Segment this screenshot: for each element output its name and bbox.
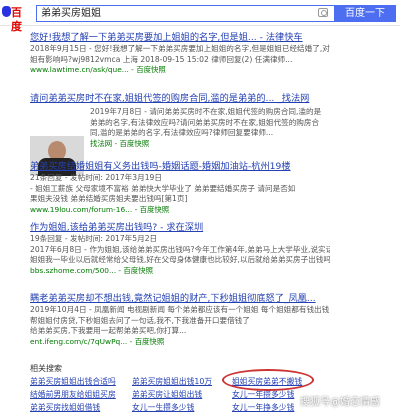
camera-icon[interactable] (318, 8, 328, 17)
result-url[interactable]: www.lawtime.cn/ask/que... - 百度快照 (30, 65, 330, 75)
related-link[interactable]: 女儿一年挣多少钱 (232, 403, 294, 413)
result-snippet-line: 同,滥的是弟弟的名字,有法律效应吗?律师回复要律师... (90, 128, 274, 138)
highlight-circle (222, 369, 314, 391)
related-link[interactable]: 弟弟买房找姐姐借钱 (30, 403, 100, 413)
result-title[interactable]: 请问弟弟买房时不在家,姐姐代签的购房合同,滥的是弟弟的... _找法网 (30, 93, 330, 105)
result-snippet-line: 果姐夫没钱 弟弟结婚买房姐夫要出钱吗[第1页] (30, 194, 188, 204)
watermark: 搜狐号@婚恋情感 (300, 397, 380, 408)
result-snippet-line: 2017年6月8日 - 作为姐姐,该给弟弟买房出钱吗?今年工作第4年,弟弟马上大… (30, 244, 330, 254)
result-title[interactable]: 弟弟买房结婚姐姐有义务出钱吗-婚姻话题-婚姻加油站-杭州19楼 (30, 161, 330, 173)
related-link[interactable]: 弟弟买房姐姐出钱10万 (132, 377, 212, 387)
result-url[interactable]: www.19lou.com/forum-16... - 百度快照 (30, 205, 330, 215)
result-2: 请问弟弟买房时不在家,姐姐代签的购房合同,滥的是弟弟的... _找法网 (30, 93, 330, 105)
related-searches-title: 相关搜索 (30, 364, 62, 373)
related-link[interactable]: 女儿一生攒多少钱 (132, 403, 194, 413)
result-snippet-line: 21条回复 - 发帖时间: 2017年3月19日 (30, 173, 162, 182)
related-link[interactable]: 结婚前男朋友给姐姐买房 (30, 390, 116, 400)
result-snippet-line: 19条回复 - 发帖时间: 2017年5月2日 (30, 234, 158, 243)
related-link[interactable]: 弟弟买房姐姐出钱合适吗 (30, 377, 116, 387)
result-5: 瞒老弟弟买房却不想出钱,竟然记姐姐的财产,下秒姐姐彻底怒了_凤凰... 2019… (30, 293, 330, 347)
result-snippet-line: 弟弟的名字,有法律效应吗?请问弟弟买房时不在家,姐姐代签的购房合 (90, 117, 320, 127)
search-query: 弟弟买房姐姐 (41, 8, 101, 19)
result-snippet-line: 2019年10月4日 - 凤凰新闻 电视剧新闻 每个弟弟都应该有一个姐姐 每个姐… (30, 305, 330, 314)
logo-text: 百度 (11, 6, 22, 33)
result-url[interactable]: ent.ifeng.com/c/7qUwPq... - 百度快照 (30, 337, 330, 347)
result-url[interactable]: bbs.szhome.com/500... - 百度快照 (30, 266, 330, 276)
result-3: 弟弟买房结婚姐姐有义务出钱吗-婚姻话题-婚姻加油站-杭州19楼 21条回复 - … (30, 161, 330, 215)
result-2-body: 2019年7月8日 - 请问弟弟买房时不在家,姐姐代签的购房合同,滥的是 弟弟的… (90, 107, 330, 149)
result-title[interactable]: 您好!我想了解一下弟弟买房要加上姐姐的名字,但是姐... - 法律快车 (30, 32, 330, 44)
search-button[interactable]: 百度一下 (334, 5, 396, 22)
result-snippet-line: 帮姐姐付房贷,下秒姐姐去问了一句话,我不,下我准备开口要借钱了 (30, 315, 250, 325)
related-link[interactable]: 弟弟买房让姐姐出钱 (132, 390, 202, 400)
result-url[interactable]: 找法网 - 百度快照 (90, 139, 330, 149)
result-snippet-line: 2019年7月8日 - 请问弟弟买房时不在家,姐姐代签的购房合同,滥的是 (90, 107, 322, 116)
result-snippet-line: - 姐姐工薪族 父母家境不富裕 弟弟快大学毕业了 弟弟要结婚买房子 请问是否如 (30, 183, 296, 193)
result-title[interactable]: 瞒老弟弟买房却不想出钱,竟然记姐姐的财产,下秒姐姐彻底怒了_凤凰... (30, 293, 330, 305)
search-input[interactable]: 弟弟买房姐姐 (36, 5, 334, 22)
result-snippet-line: 姐姐我一毕业以后就经常给父母钱,好在父母身体健康也比较好,以后就给弟弟买房子出钱… (30, 255, 330, 265)
result-1: 您好!我想了解一下弟弟买房要加上姐姐的名字,但是姐... - 法律快车 2018… (30, 32, 330, 75)
result-4: 作为姐姐,该给弟弟买房出钱吗? - 求在深圳 19条回复 - 发帖时间: 201… (30, 222, 330, 276)
header-bar: 百度 弟弟买房姐姐 百度一下 (0, 0, 400, 33)
baidu-logo[interactable]: 百度 (0, 3, 32, 33)
result-snippet-line: 2018年9月15日 - 您好!我想了解一下弟弟买房要加上姐姐的名字,但是姐姐已… (30, 44, 330, 53)
related-link[interactable]: 女儿一年攒多少钱 (232, 390, 294, 400)
result-title[interactable]: 作为姐姐,该给弟弟买房出钱吗? - 求在深圳 (30, 222, 330, 234)
result-snippet-line: 给弟弟买房,下我要用一起帮弟弟买吧,你打算... (30, 326, 187, 336)
result-snippet-line: 姐有影响吗?wj9812vmca 上海 2018-09-15 15:02 律师回… (30, 54, 293, 64)
baidu-paw-icon (2, 6, 11, 17)
